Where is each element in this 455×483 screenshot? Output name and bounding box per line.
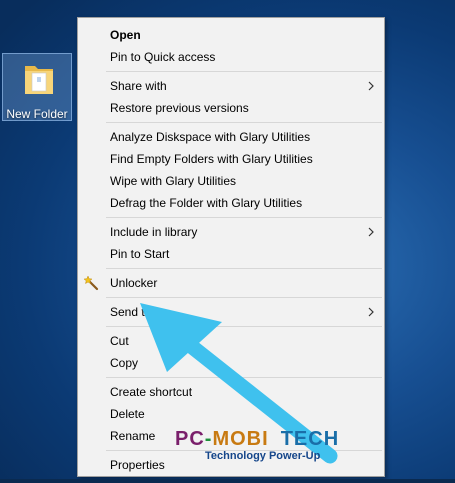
menu-item-unlocker[interactable]: Unlocker <box>78 272 384 294</box>
menu-item-copy[interactable]: Copy <box>78 352 384 374</box>
menu-item-label: Unlocker <box>110 276 158 290</box>
menu-item-cut[interactable]: Cut <box>78 330 384 352</box>
menu-item-label: Delete <box>110 407 145 421</box>
menu-item-label: Include in library <box>110 225 198 239</box>
folder-icon <box>25 66 53 94</box>
menu-item-open[interactable]: Open <box>78 24 384 46</box>
menu-item-label: Cut <box>110 334 129 348</box>
chevron-right-icon <box>368 81 374 91</box>
context-menu: Open Pin to Quick access Share with Restore… <box>77 17 385 477</box>
menu-item-label: Copy <box>110 356 139 370</box>
menu-item-send-to[interactable]: Send to <box>78 301 384 323</box>
menu-item-label: Open <box>110 28 141 42</box>
menu-separator <box>106 268 382 269</box>
chevron-right-icon <box>368 227 374 237</box>
menu-item-rename[interactable]: Rename <box>78 425 384 447</box>
menu-separator <box>106 122 382 123</box>
menu-item-label: Pin to Quick access <box>110 50 216 64</box>
menu-item-label: Defrag the Folder with Glary Utilities <box>110 196 303 210</box>
desktop-folder-label: New Folder <box>6 107 68 121</box>
menu-item-include-in-library[interactable]: Include in library <box>78 221 384 243</box>
menu-item-label: Send to <box>110 305 152 319</box>
menu-item-pin-to-quick-access[interactable]: Pin to Quick access <box>78 46 384 68</box>
menu-item-delete[interactable]: Delete <box>78 403 384 425</box>
menu-item-label: Properties <box>110 458 165 472</box>
menu-item-label: Wipe with Glary Utilities <box>110 174 237 188</box>
menu-separator <box>106 326 382 327</box>
menu-item-label: Rename <box>110 429 156 443</box>
menu-item-pin-to-start[interactable]: Pin to Start <box>78 243 384 265</box>
menu-separator <box>106 297 382 298</box>
menu-item-analyze-diskspace-with-glary-utilities[interactable]: Analyze Diskspace with Glary Utilities <box>78 126 384 148</box>
magic-wand-icon <box>84 275 99 291</box>
menu-item-defrag-the-folder-with-glary-utilities[interactable]: Defrag the Folder with Glary Utilities <box>78 192 384 214</box>
chevron-right-icon <box>368 307 374 317</box>
menu-item-label: Analyze Diskspace with Glary Utilities <box>110 130 311 144</box>
taskbar-edge <box>0 479 455 483</box>
menu-item-restore-previous-versions[interactable]: Restore previous versions <box>78 97 384 119</box>
menu-item-label: Find Empty Folders with Glary Utilities <box>110 152 313 166</box>
menu-item-find-empty-folders-with-glary-utilities[interactable]: Find Empty Folders with Glary Utilities <box>78 148 384 170</box>
menu-item-wipe-with-glary-utilities[interactable]: Wipe with Glary Utilities <box>78 170 384 192</box>
desktop-folder-new-folder[interactable]: New Folder <box>2 53 72 121</box>
menu-item-label: Restore previous versions <box>110 101 249 115</box>
menu-separator <box>106 71 382 72</box>
menu-separator <box>106 377 382 378</box>
menu-item-properties[interactable]: Properties <box>78 454 384 476</box>
menu-item-create-shortcut[interactable]: Create shortcut <box>78 381 384 403</box>
menu-item-label: Create shortcut <box>110 385 193 399</box>
menu-separator <box>106 217 382 218</box>
menu-separator <box>106 450 382 451</box>
menu-item-label: Share with <box>110 79 167 93</box>
menu-item-label: Pin to Start <box>110 247 170 261</box>
menu-item-share-with[interactable]: Share with <box>78 75 384 97</box>
